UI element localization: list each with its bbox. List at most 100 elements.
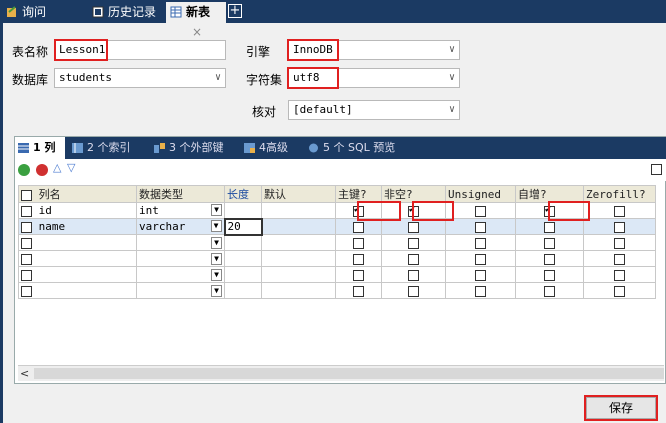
table-row[interactable]: name varchar ▼ 20 xyxy=(18,217,656,236)
not-null-checkbox[interactable] xyxy=(408,204,419,217)
chevron-down-icon: ∨ xyxy=(214,72,221,83)
not-null-checkbox[interactable] xyxy=(408,269,419,281)
zerofill-checkbox[interactable] xyxy=(614,221,625,233)
data-type-cell[interactable]: varchar xyxy=(139,220,185,233)
subtab-indexes[interactable]: 2 个索引 xyxy=(69,137,149,159)
column-name-cell[interactable]: name xyxy=(39,220,66,233)
auto-increment-checkbox[interactable] xyxy=(544,269,555,281)
table-name-input[interactable]: Lesson1 xyxy=(54,40,226,60)
header-length: 长度 xyxy=(227,188,249,201)
chevron-down-icon[interactable]: ▼ xyxy=(211,236,222,249)
delete-column-icon[interactable] xyxy=(36,164,48,176)
tab-history-label: 历史记录 xyxy=(108,5,157,19)
length-cell[interactable]: 20 xyxy=(228,221,241,233)
subtab-advanced[interactable]: 4高级 xyxy=(241,137,303,159)
move-down-icon[interactable]: ▽ xyxy=(67,161,75,174)
primary-key-checkbox[interactable] xyxy=(353,285,364,297)
unsigned-checkbox[interactable] xyxy=(475,237,486,249)
unsigned-checkbox[interactable] xyxy=(475,253,486,265)
primary-key-checkbox[interactable] xyxy=(353,253,364,265)
subtab-sql-preview[interactable]: 5 个 SQL 预览 xyxy=(305,137,415,159)
index-icon xyxy=(72,143,83,153)
data-type-cell[interactable]: int xyxy=(139,204,159,217)
table-row[interactable]: ▼ xyxy=(18,234,656,251)
primary-key-checkbox[interactable] xyxy=(353,237,364,249)
zerofill-checkbox[interactable] xyxy=(614,237,625,249)
collation-select[interactable]: [default] ∨ xyxy=(288,100,460,120)
table-row[interactable]: id int ▼ xyxy=(18,202,656,219)
table-header-row: 列名 数据类型 长度 默认 主键? 非空? Unsigned 自增? Zerof… xyxy=(18,185,656,203)
subtab-foreign-keys-label: 3 个外部键 xyxy=(169,141,224,154)
unsigned-checkbox[interactable] xyxy=(475,285,486,297)
sql-preview-icon xyxy=(309,143,318,153)
save-button-label: 保存 xyxy=(608,401,633,415)
header-unsigned: Unsigned xyxy=(448,187,501,201)
engine-select[interactable]: InnoDB ∨ xyxy=(288,40,460,60)
collation-label: 核对 xyxy=(252,105,277,119)
tab-new-table[interactable]: 新表 × xyxy=(166,2,226,39)
zerofill-checkbox[interactable] xyxy=(614,205,625,217)
toolbar-checkbox[interactable] xyxy=(651,164,662,175)
chevron-down-icon[interactable]: ▼ xyxy=(211,268,222,281)
chevron-down-icon[interactable]: ▼ xyxy=(211,284,222,297)
auto-increment-checkbox[interactable] xyxy=(544,204,555,217)
database-label: 数据库 xyxy=(12,73,49,87)
move-up-icon[interactable]: △ xyxy=(53,161,61,174)
row-checkbox[interactable] xyxy=(21,205,32,217)
not-null-checkbox[interactable] xyxy=(408,285,419,297)
save-button[interactable]: 保存 xyxy=(586,397,656,419)
zerofill-checkbox[interactable] xyxy=(614,253,625,265)
primary-key-checkbox[interactable] xyxy=(353,204,364,217)
not-null-checkbox[interactable] xyxy=(408,237,419,249)
row-checkbox[interactable] xyxy=(21,221,32,233)
chevron-down-icon: ∨ xyxy=(448,104,455,115)
column-toolbar: △ ▽ xyxy=(15,159,666,181)
primary-key-checkbox[interactable] xyxy=(353,269,364,281)
auto-increment-checkbox[interactable] xyxy=(544,237,555,249)
subtab-columns-label: 1 列 xyxy=(33,141,56,154)
zerofill-checkbox[interactable] xyxy=(614,269,625,281)
row-checkbox[interactable] xyxy=(21,237,32,249)
table-row[interactable]: ▼ xyxy=(18,266,656,283)
auto-increment-checkbox[interactable] xyxy=(544,221,555,233)
chevron-down-icon[interactable]: ▼ xyxy=(211,252,222,265)
tab-history[interactable]: 历史记录 xyxy=(88,2,164,23)
tab-query-label: 询问 xyxy=(22,5,47,19)
unsigned-checkbox[interactable] xyxy=(475,269,486,281)
subtab-foreign-keys[interactable]: 3 个外部键 xyxy=(151,137,239,159)
scrollbar-thumb[interactable] xyxy=(34,368,664,379)
chevron-down-icon[interactable]: ▼ xyxy=(210,220,222,232)
row-checkbox[interactable] xyxy=(21,253,32,265)
unsigned-checkbox[interactable] xyxy=(475,205,486,217)
tab-new-table-label: 新表 xyxy=(186,5,211,19)
advanced-icon xyxy=(244,143,255,153)
select-all-checkbox[interactable] xyxy=(21,189,32,201)
row-checkbox[interactable] xyxy=(21,285,32,297)
row-checkbox[interactable] xyxy=(21,269,32,281)
foreign-key-icon xyxy=(154,143,165,153)
tab-query[interactable]: 询问 xyxy=(2,2,60,23)
database-select[interactable]: students ∨ xyxy=(54,68,226,88)
subtab-indexes-label: 2 个索引 xyxy=(87,141,131,154)
charset-select[interactable]: utf8 ∨ xyxy=(288,68,460,88)
unsigned-checkbox[interactable] xyxy=(475,221,486,233)
close-icon[interactable]: × xyxy=(192,25,202,39)
column-name-cell[interactable]: id xyxy=(39,204,52,217)
horizontal-scrollbar[interactable]: < xyxy=(18,365,664,381)
not-null-checkbox[interactable] xyxy=(408,253,419,265)
add-column-icon[interactable] xyxy=(18,164,30,176)
add-tab-button[interactable]: + xyxy=(228,4,242,18)
header-default: 默认 xyxy=(264,188,286,201)
auto-increment-checkbox[interactable] xyxy=(544,253,555,265)
chevron-down-icon[interactable]: ▼ xyxy=(211,204,222,216)
subtab-sql-preview-label: 5 个 SQL 预览 xyxy=(323,141,396,154)
table-row[interactable]: ▼ xyxy=(18,282,656,299)
auto-increment-checkbox[interactable] xyxy=(544,285,555,297)
table-row[interactable]: ▼ xyxy=(18,250,656,267)
subtab-columns[interactable]: 1 列 xyxy=(15,137,65,159)
scroll-left-icon[interactable]: < xyxy=(20,367,29,380)
columns-table: 列名 数据类型 长度 默认 主键? 非空? Unsigned 自增? Zerof… xyxy=(18,185,656,299)
not-null-checkbox[interactable] xyxy=(408,221,419,233)
primary-key-checkbox[interactable] xyxy=(353,221,364,233)
zerofill-checkbox[interactable] xyxy=(614,285,625,297)
